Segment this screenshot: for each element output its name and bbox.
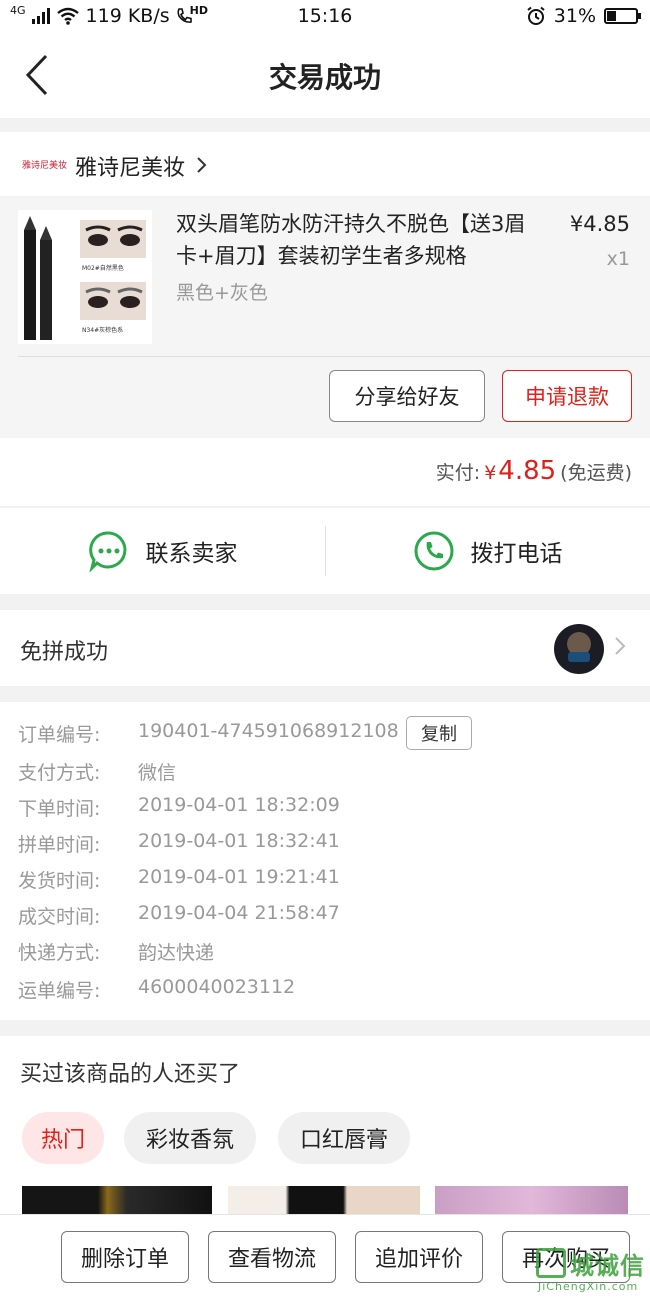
- info-value: 2019-04-04 21:58:47: [138, 902, 340, 924]
- tab-hot[interactable]: 热门: [22, 1112, 104, 1164]
- currency-symbol: ¥: [484, 462, 497, 484]
- call-phone-label: 拨打电话: [470, 541, 563, 567]
- phone-icon: [414, 531, 453, 571]
- info-row-ship-time: 发货时间: 2019-04-01 19:21:41: [18, 866, 340, 893]
- info-row-courier: 快递方式: 韵达快递: [18, 938, 214, 965]
- info-key: 运单编号:: [18, 980, 101, 1002]
- shop-logo: 雅诗尼美妆: [22, 161, 68, 171]
- shipping-note: (免运费): [560, 462, 632, 484]
- info-key: 快递方式:: [18, 942, 101, 964]
- info-key: 支付方式:: [18, 762, 101, 784]
- info-key: 成交时间:: [18, 906, 101, 928]
- site-watermark: 城诚信 JiChengXin.com: [536, 1246, 648, 1298]
- contact-seller-button[interactable]: 联系卖家: [0, 508, 325, 594]
- product-variant: 黑色+灰色: [176, 282, 268, 304]
- product-card[interactable]: M02#自然黑色 N34#灰棕色系 双头眉笔防水防汗持久不脱色【送3眉卡+眉刀】…: [0, 198, 650, 438]
- copy-button[interactable]: 复制: [406, 716, 472, 750]
- view-logistics-button[interactable]: 查看物流: [208, 1231, 336, 1283]
- watermark-logo-icon: [536, 1248, 566, 1278]
- product-thumbnail[interactable]: M02#自然黑色 N34#灰棕色系: [18, 210, 152, 344]
- info-key: 拼单时间:: [18, 834, 101, 856]
- info-key: 订单编号:: [18, 724, 101, 746]
- info-value: 190401-474591068912108: [138, 720, 399, 742]
- info-row-payment-method: 支付方式: 微信: [18, 758, 176, 785]
- info-value: 微信: [138, 762, 177, 784]
- group-buy-label: 免拼成功: [20, 640, 109, 665]
- call-phone-button[interactable]: 拨打电话: [325, 508, 650, 594]
- watermark-url: JiChengXin.com: [538, 1280, 639, 1293]
- divider: [18, 356, 650, 357]
- battery-icon: [604, 8, 641, 24]
- paid-amount: 4.85: [498, 456, 557, 486]
- nav-bar: 交易成功: [0, 34, 650, 118]
- chevron-right-icon: [615, 637, 626, 655]
- payment-summary: 实付: ¥ 4.85 (免运费): [0, 438, 650, 506]
- shop-row[interactable]: 雅诗尼美妆 雅诗尼美妆: [0, 132, 650, 196]
- shop-name[interactable]: 雅诗尼美妆: [75, 150, 185, 182]
- product-price: ¥4.85: [569, 212, 630, 236]
- info-value: 2019-04-01 18:32:41: [138, 830, 340, 852]
- info-key: 发货时间:: [18, 870, 101, 892]
- battery-percent: 31%: [553, 5, 596, 27]
- product-quantity: x1: [606, 248, 630, 270]
- thumb-label-black: M02#自然黑色: [82, 264, 124, 272]
- info-row-deal-time: 成交时间: 2019-04-04 21:58:47: [18, 902, 340, 929]
- info-row-tracking-number: 运单编号: 4600040023112: [18, 976, 295, 1003]
- info-key: 下单时间:: [18, 798, 101, 820]
- info-row-group-time: 拼单时间: 2019-04-01 18:32:41: [18, 830, 340, 857]
- order-info: 订单编号: 190401-474591068912108 复制 支付方式: 微信 下…: [0, 702, 650, 1020]
- product-title[interactable]: 双头眉笔防水防汗持久不脱色【送3眉卡+眉刀】套装初学生者多规格: [176, 208, 536, 272]
- info-value: 4600040023112: [138, 976, 296, 998]
- contact-seller-label: 联系卖家: [145, 541, 238, 567]
- tab-lipstick[interactable]: 口红唇膏: [278, 1112, 410, 1164]
- watermark-text: 城诚信: [570, 1252, 645, 1280]
- info-value: 韵达快递: [138, 942, 215, 964]
- refund-button[interactable]: 申请退款: [502, 370, 632, 422]
- paid-label: 实付:: [435, 462, 481, 484]
- eyebrow-pencil-image: M02#自然黑色 N34#灰棕色系: [24, 216, 146, 340]
- tab-makeup-fragrance[interactable]: 彩妆香氛: [124, 1112, 256, 1164]
- page-title: 交易成功: [268, 61, 381, 94]
- alarm-icon: [527, 6, 545, 25]
- info-row-order-time: 下单时间: 2019-04-01 18:32:09: [18, 794, 340, 821]
- recommend-title: 买过该商品的人还买了: [20, 1062, 241, 1087]
- info-value: 2019-04-01 18:32:09: [138, 794, 340, 816]
- chat-icon: [88, 531, 126, 572]
- avatar[interactable]: [554, 624, 604, 674]
- status-bar: 4G 119 KB/s HD 15:16 31%: [0, 0, 650, 34]
- group-buy-row[interactable]: 免拼成功: [0, 610, 650, 686]
- contact-row: 联系卖家 拨打电话: [0, 508, 650, 594]
- chevron-right-icon: [197, 157, 207, 173]
- info-row-order-number: 订单编号: 190401-474591068912108: [18, 720, 399, 747]
- info-value: 2019-04-01 19:21:41: [138, 866, 340, 888]
- add-review-button[interactable]: 追加评价: [355, 1231, 483, 1283]
- share-button[interactable]: 分享给好友: [329, 370, 485, 422]
- thumb-label-gray: N34#灰棕色系: [82, 326, 123, 334]
- delete-order-button[interactable]: 删除订单: [61, 1231, 189, 1283]
